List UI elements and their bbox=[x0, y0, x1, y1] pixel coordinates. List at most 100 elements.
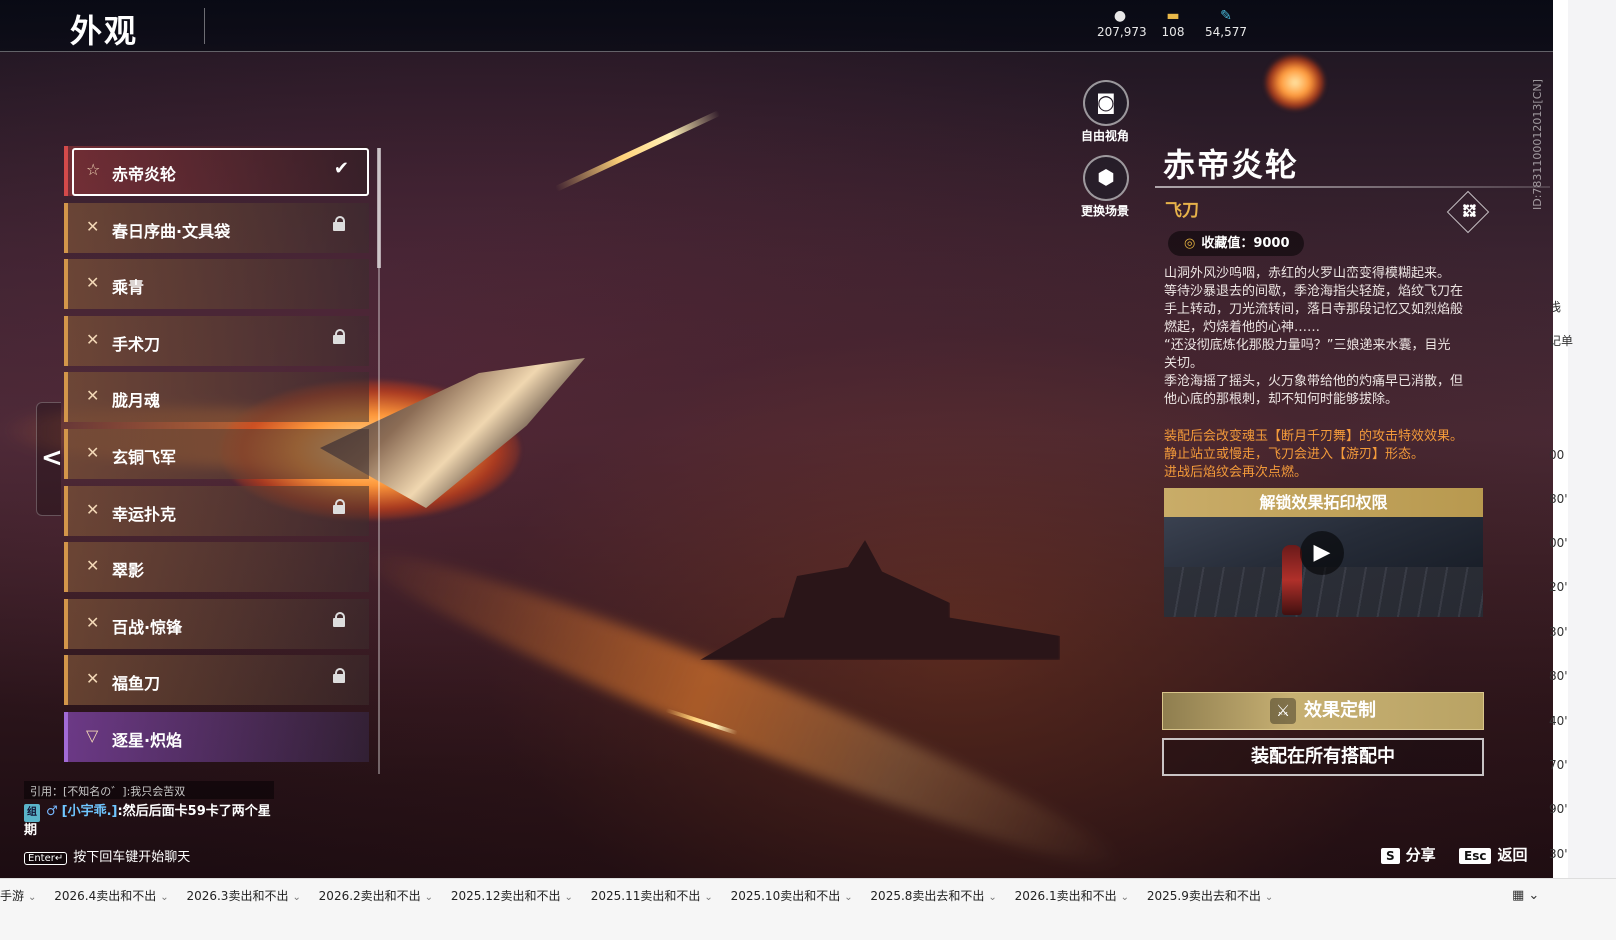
lock-icon bbox=[333, 498, 345, 514]
sheet-tab[interactable]: 手游 ⌄ bbox=[0, 887, 36, 904]
currency-value: 54,577 bbox=[1205, 25, 1247, 39]
unlock-effect-banner: 解锁效果拓印权限 bbox=[1164, 488, 1483, 517]
list-item-label: 乘青 bbox=[112, 278, 145, 298]
chat-quote: 引用：[不知名の゛]:我只会苦双 bbox=[24, 781, 274, 799]
effect-preview-video[interactable]: ▶ bbox=[1164, 517, 1483, 617]
chat-hint[interactable]: Enter↵ 按下回车键开始聊天 bbox=[24, 846, 190, 865]
divider bbox=[1155, 186, 1550, 188]
list-item[interactable]: ✕ 翠影 bbox=[64, 542, 369, 593]
appearance-list: ☆ 赤帝炎轮 ✔ ✕ 春日序曲·文具袋 ✕ 乘青 ✕ 手术刀 ✕ 胧月魂 ✕ 玄… bbox=[64, 146, 376, 769]
sheet-tab[interactable]: 2026.3卖出和不出 ⌄ bbox=[186, 887, 300, 904]
scene-cube-icon[interactable]: ⬢ bbox=[1083, 155, 1129, 201]
chevron-down-icon: ⌄ bbox=[564, 892, 573, 903]
sheet-tab[interactable]: 2025.11卖出和不出 ⌄ bbox=[591, 887, 713, 904]
collection-value: 收藏值：9000 bbox=[1201, 236, 1290, 251]
sheet-tab-bar: 手游 ⌄ 2026.4卖出和不出 ⌄ 2026.3卖出和不出 ⌄ 2026.2卖出和不… bbox=[0, 878, 1616, 940]
chevron-down-icon: ⌄ bbox=[1264, 892, 1274, 903]
sheet-tab[interactable]: 2025.12卖出和不出 ⌄ bbox=[451, 887, 573, 904]
fire-trail bbox=[346, 522, 1134, 895]
rarity-star-icon: ✕ bbox=[86, 669, 100, 689]
chevron-down-icon: ⌄ bbox=[28, 892, 37, 903]
top-bar: 外观 ● 207,973 ▬ 108 ✎ 54,577 bbox=[0, 0, 1600, 52]
sheet-tab[interactable]: 2025.10卖出和不出 ⌄ bbox=[731, 887, 853, 904]
list-item-label: 百战·惊锋 bbox=[112, 617, 183, 637]
back-hotkey[interactable]: Esc 返回 bbox=[1459, 844, 1527, 865]
feather-icon: ✎ bbox=[1220, 8, 1232, 24]
edge-text: 浅 bbox=[1549, 300, 1562, 314]
sheet-tab[interactable]: 2026.4卖出和不出 ⌄ bbox=[54, 887, 168, 904]
rarity-star-icon: ✕ bbox=[86, 386, 100, 406]
chevron-down-icon: ⌄ bbox=[844, 892, 853, 903]
sheet-tab[interactable]: 2025.9卖出去和不出 ⌄ bbox=[1147, 887, 1273, 904]
play-icon[interactable]: ▶ bbox=[1300, 531, 1344, 575]
divider bbox=[204, 8, 205, 44]
camera-icon[interactable]: ◙ bbox=[1083, 80, 1129, 126]
edge-text: 记单 bbox=[1549, 334, 1574, 348]
rarity-star-icon: ☆ bbox=[86, 160, 101, 179]
equip-all-button[interactable]: 装配在所有搭配中 bbox=[1162, 738, 1484, 776]
team-badge: 组 bbox=[24, 804, 40, 822]
chat-message: 组 ♂ [小宇乖.]:然后后面卡59卡了两个星期 bbox=[24, 803, 282, 840]
chevron-left-icon: < bbox=[41, 443, 63, 473]
edge-text: 90' bbox=[1549, 802, 1568, 816]
lock-icon bbox=[333, 611, 345, 627]
rarity-star-icon: ✕ bbox=[86, 273, 100, 293]
lock-icon bbox=[333, 215, 345, 231]
edge-text: 80' bbox=[1549, 669, 1568, 683]
list-item-label: 幸运扑克 bbox=[112, 504, 177, 524]
rarity-star-icon: ▽ bbox=[86, 725, 99, 745]
list-item[interactable]: ☆ 赤帝炎轮 ✔ bbox=[64, 146, 369, 196]
coins-icon: ● bbox=[1113, 8, 1127, 24]
key-s: S bbox=[1381, 848, 1400, 864]
list-item[interactable]: ✕ 福鱼刀 bbox=[64, 655, 369, 706]
list-item[interactable]: ✕ 幸运扑克 bbox=[64, 485, 369, 536]
grid-icon[interactable]: ▦ ⌄ bbox=[1512, 888, 1539, 903]
list-item[interactable]: ▽ 逐星·炽焰 bbox=[64, 711, 369, 762]
collapse-panel-button[interactable]: < bbox=[36, 402, 63, 516]
list-item-label: 胧月魂 bbox=[112, 391, 161, 411]
list-item-label: 玄铜飞军 bbox=[112, 447, 177, 467]
sheet-tab[interactable]: 2026.1卖出和不出 ⌄ bbox=[1015, 887, 1129, 904]
chevron-down-icon: ⌄ bbox=[424, 892, 434, 903]
rarity-star-icon: ✕ bbox=[86, 612, 100, 632]
edge-text: 70' bbox=[1549, 758, 1568, 772]
list-item[interactable]: ✕ 玄铜飞军 bbox=[64, 428, 369, 479]
currency-chest: ▬ 108 bbox=[1159, 9, 1187, 39]
list-item[interactable]: ✕ 乘青 bbox=[64, 259, 369, 310]
item-description: 山洞外风沙呜咽，赤红的火罗山峦变得模糊起来。 等待沙暴退去的间歇，季沧海指尖轻旋… bbox=[1164, 266, 1464, 407]
currency-value: 207,973 bbox=[1097, 25, 1147, 39]
rarity-star-icon: ✕ bbox=[86, 216, 100, 236]
chevron-down-icon: ⌄ bbox=[292, 892, 301, 903]
chat-nickname[interactable]: [小宇乖.] bbox=[62, 804, 118, 819]
chevron-down-icon: ⌄ bbox=[1120, 892, 1130, 903]
lock-icon bbox=[333, 668, 345, 684]
sheet-tab[interactable]: 2025.8卖出去和不出 ⌄ bbox=[870, 887, 996, 904]
currency-value: 108 bbox=[1161, 25, 1185, 39]
free-view-label: 自由视角 bbox=[1080, 129, 1129, 143]
list-item[interactable]: ✕ 手术刀 bbox=[64, 315, 369, 366]
edge-text: 30' bbox=[1549, 847, 1568, 861]
item-type: 飞刀 bbox=[1165, 201, 1199, 221]
sheet-tab[interactable]: 2026.2卖出和不出 ⌄ bbox=[319, 887, 433, 904]
list-item[interactable]: ✕ 胧月魂 bbox=[64, 372, 369, 423]
lock-icon bbox=[333, 328, 345, 344]
sheet-tabs: 手游 ⌄ 2026.4卖出和不出 ⌄ 2026.3卖出和不出 ⌄ 2026.2卖出和不… bbox=[0, 887, 1287, 904]
list-scrollbar-thumb[interactable] bbox=[377, 148, 381, 268]
collection-value-badge: ◎ 收藏值：9000 bbox=[1168, 231, 1304, 256]
share-hotkey[interactable]: S 分享 bbox=[1381, 844, 1436, 865]
currency-coins: ● 207,973 bbox=[1097, 8, 1147, 39]
list-item-label: 翠影 bbox=[112, 561, 145, 581]
rarity-star-icon: ✕ bbox=[86, 556, 100, 576]
male-icon: ♂ bbox=[46, 804, 58, 819]
edge-text: 00 bbox=[1549, 448, 1565, 462]
chevron-down-icon: ⌄ bbox=[704, 892, 713, 903]
list-item-label: 逐星·炽焰 bbox=[112, 730, 183, 750]
list-item[interactable]: ✕ 春日序曲·文具袋 bbox=[64, 202, 369, 253]
list-item-label: 福鱼刀 bbox=[112, 674, 161, 694]
item-effect: 装配后会改变魂玉【断月千刃舞】的攻击特效效果。 静止站立或慢走，飞刀会进入【游刃… bbox=[1164, 429, 1464, 480]
effect-customize-button[interactable]: ⚔ 效果定制 bbox=[1162, 692, 1484, 730]
preview-character bbox=[1282, 545, 1302, 615]
list-item[interactable]: ✕ 百战·惊锋 bbox=[64, 598, 369, 649]
edge-text: 80' bbox=[1549, 492, 1568, 506]
rarity-star-icon: ✕ bbox=[86, 499, 100, 519]
